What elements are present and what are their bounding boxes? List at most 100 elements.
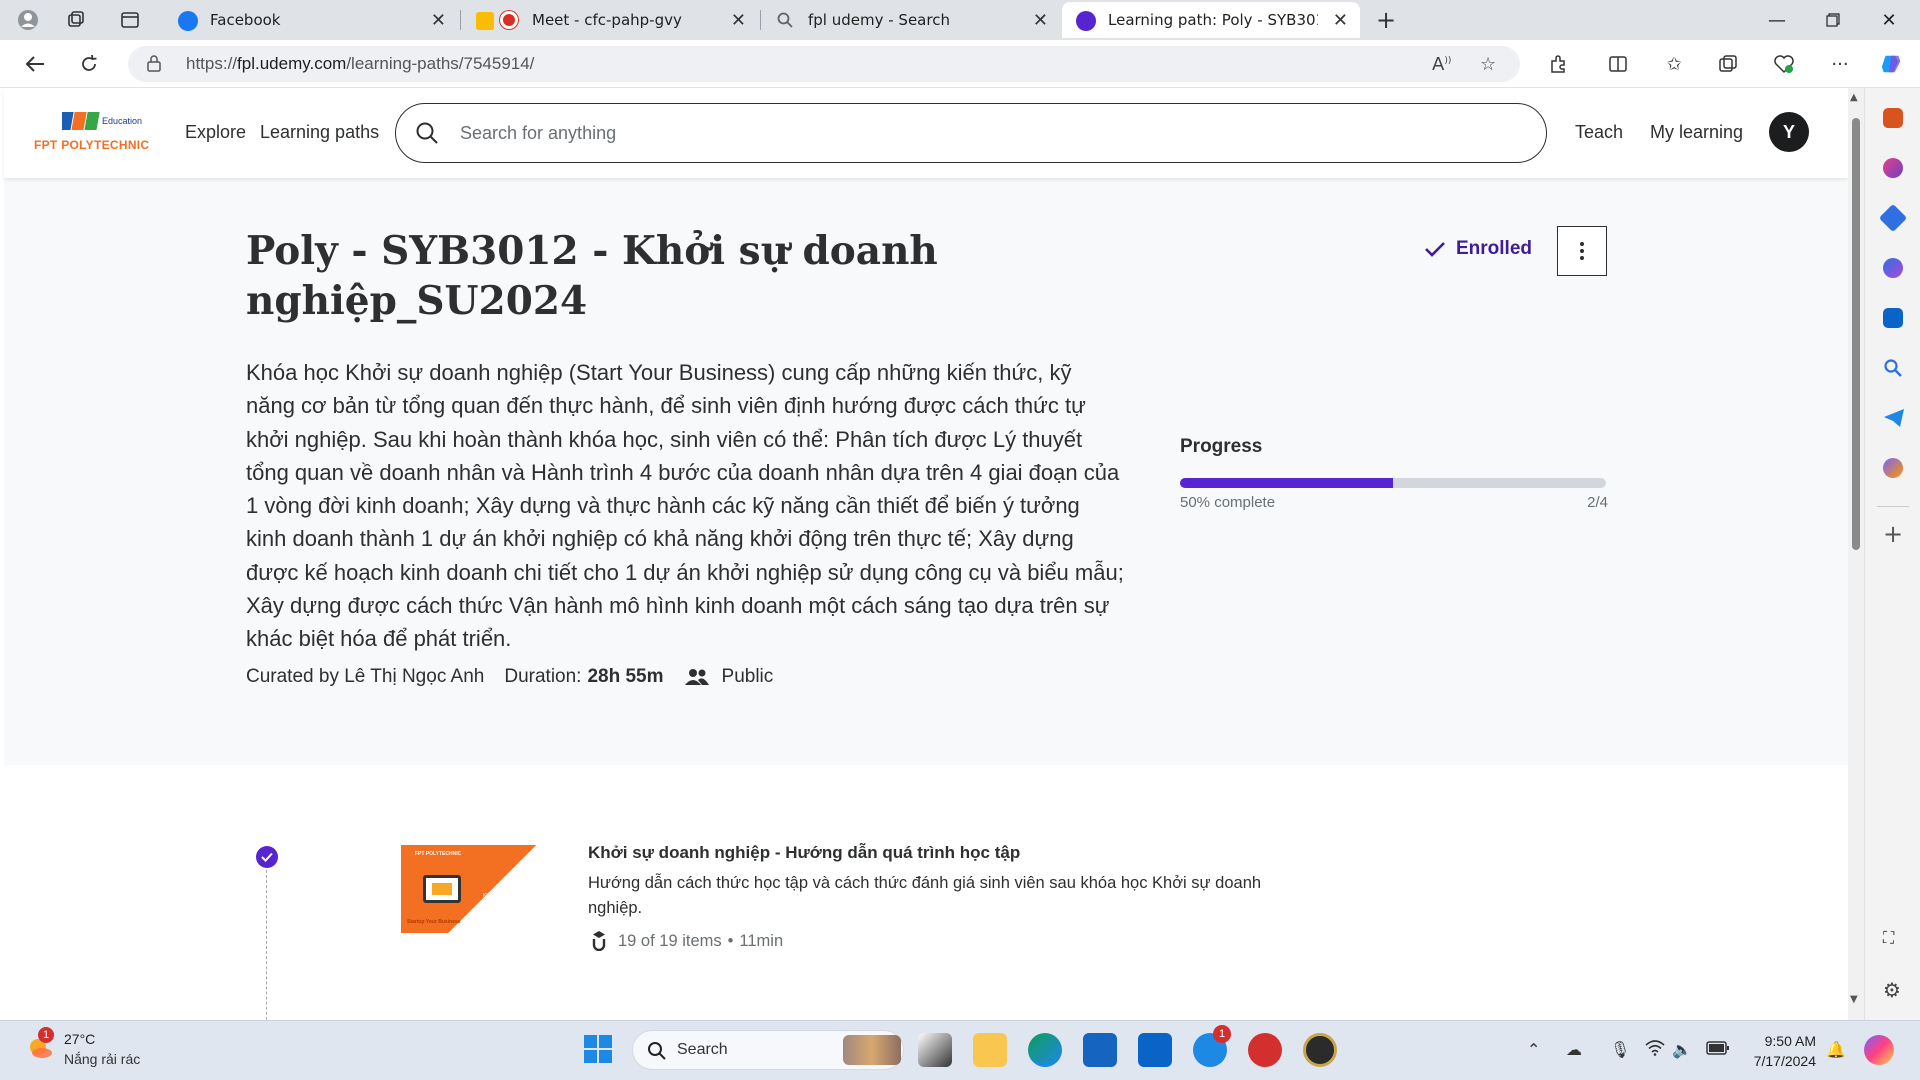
enrolled-label: Enrolled [1456,238,1533,259]
address-bar-row: https://fpl.udemy.com/learning-paths/754… [0,40,1920,88]
taskbar-search-label: Search [677,1041,728,1058]
teach-link[interactable]: Teach [1575,122,1623,143]
system-clock[interactable]: 9:50 AM 7/17/2024 [1740,1031,1816,1071]
close-window-button[interactable]: ✕ [1864,0,1914,40]
close-icon[interactable]: ✕ [1033,10,1048,31]
tab-title: Learning path: Poly - SYB3012 - K [1108,11,1318,29]
screenshot-icon[interactable]: ⛶ [1883,928,1894,948]
battery-icon[interactable] [1706,1040,1730,1059]
weather-temp: 27°C [64,1031,96,1047]
edge-sidebar: + ⛶ ⚙ [1864,88,1920,1020]
sidebar-settings-icon[interactable]: ⚙ [1883,978,1901,1002]
kebab-menu-icon [1580,242,1584,260]
tab-search[interactable]: fpl udemy - Search ✕ [762,2,1060,38]
enrolled-status: Enrolled [1424,238,1532,260]
collections-icon[interactable] [1716,52,1740,76]
file-explorer-icon[interactable] [973,1033,1007,1067]
office-icon[interactable] [1883,258,1903,278]
copilot-icon[interactable] [1880,52,1904,76]
progress-percent: 50% complete [1180,494,1276,511]
favorites-icon[interactable]: ✩ [1662,52,1686,76]
back-button[interactable] [20,50,50,78]
volume-icon[interactable]: 🔈 [1672,1040,1692,1059]
onedrive-icon[interactable]: ☁ [1566,1040,1582,1059]
browser-essentials-icon[interactable] [1772,52,1796,76]
course-description: Hướng dẫn cách thức học tập và cách thức… [588,874,1262,917]
udemy-icon [1076,11,1096,31]
course-list: FPT POLYTECHNIC Khởi sự doanh nghiệp Sta… [4,765,1848,1020]
taskbar-search[interactable]: Search [632,1030,904,1070]
search-highlight-icon [843,1035,901,1065]
lock-icon[interactable] [146,54,162,72]
scrollbar-thumb[interactable] [1852,118,1860,550]
search-icon[interactable] [414,120,440,146]
search-icon[interactable] [1883,358,1903,378]
weather-widget[interactable]: 1 27°C Nắng rải rác [24,1027,140,1067]
windows-taskbar: 1 27°C Nắng rải rác Search 1 ⌃ ☁ 🎙 🔈 9:5… [0,1020,1920,1080]
avatar[interactable]: Y [1769,112,1809,152]
zalo-icon[interactable]: 1 [1193,1025,1231,1067]
task-view-icon[interactable] [918,1033,952,1067]
tab-facebook[interactable]: Facebook ✕ [164,2,458,38]
close-icon[interactable]: ✕ [431,10,446,31]
path-meta: Curated by Lê Thị Ngọc Anh Duration: 28h … [246,666,793,688]
toolbox-icon[interactable] [1883,108,1903,128]
weather-badge: 1 [38,1027,54,1043]
course-title[interactable]: Khởi sự doanh nghiệp - Hướng dẫn quá trì… [588,843,1020,863]
address-bar[interactable]: https://fpl.udemy.com/learning-paths/754… [128,46,1520,82]
recording-icon [500,11,518,29]
close-icon[interactable]: ✕ [1333,10,1348,31]
minimize-button[interactable]: — [1752,0,1802,40]
shopping-tag-icon[interactable] [1878,203,1908,233]
windows-start-icon[interactable] [582,1033,616,1067]
tab-meet[interactable]: Meet - cfc-pahp-gvy ✕ [462,2,758,38]
tab-actions-icon[interactable] [116,6,144,34]
app-red-icon[interactable] [1248,1033,1282,1067]
learning-paths-link[interactable]: Learning paths [260,122,379,143]
progress-count: 2/4 [1587,494,1608,511]
notification-bell-icon[interactable]: 🔔 [1826,1040,1846,1059]
outlook-icon[interactable] [1883,308,1903,328]
weather-condition: Nắng rải rác [64,1051,141,1067]
show-hidden-icons[interactable]: ⌃ [1527,1040,1540,1059]
course-search[interactable] [395,103,1547,163]
copilot-taskbar-icon[interactable] [1864,1035,1894,1065]
more-options-button[interactable] [1557,226,1607,276]
zalo-badge: 1 [1213,1025,1231,1043]
explore-link[interactable]: Explore [185,122,246,143]
games-icon[interactable] [1883,458,1903,478]
close-icon[interactable]: ✕ [731,10,746,31]
telegram-icon[interactable] [1883,408,1904,428]
profile-icon[interactable] [14,6,42,34]
tab-learning-path[interactable]: Learning path: Poly - SYB3012 - K ✕ [1062,2,1360,38]
new-tab-button[interactable]: + [1372,6,1400,34]
workspaces-icon[interactable] [62,6,90,34]
microphone-icon[interactable]: 🎙 [1610,1040,1630,1059]
my-learning-link[interactable]: My learning [1650,122,1743,143]
outlook-icon[interactable] [1138,1033,1172,1067]
page-scrollbar[interactable]: ▲ ▼ [1848,88,1864,1020]
extensions-icon[interactable] [1546,52,1570,76]
course-thumbnail[interactable]: FPT POLYTECHNIC Khởi sự doanh nghiệp Sta… [401,845,559,933]
progress-fill [1180,478,1393,488]
duration-value: 28h 55m [587,666,664,687]
league-icon[interactable] [1303,1033,1337,1067]
settings-more-icon[interactable]: ··· [1828,52,1852,76]
timeline-line [266,870,267,1020]
microsoft-store-icon[interactable] [1083,1033,1117,1067]
fpt-polytechnic-logo[interactable]: Education FPT POLYTECHNIC [34,110,164,158]
read-aloud-icon[interactable]: A)) [1432,54,1451,75]
split-screen-icon[interactable] [1606,52,1630,76]
favorite-star-icon[interactable]: ☆ [1480,54,1496,75]
refresh-button[interactable] [74,50,104,78]
checkmark-icon [1425,242,1445,257]
wifi-icon[interactable] [1645,1040,1665,1060]
edge-icon[interactable] [1028,1033,1062,1067]
completed-check-icon [256,846,278,868]
copilot-sidebar-icon[interactable] [1883,158,1903,178]
restore-button[interactable] [1808,0,1858,40]
browser-tab-strip: Facebook ✕ Meet - cfc-pahp-gvy ✕ fpl ude… [0,0,1920,40]
add-sidebar-app-icon[interactable]: + [1883,520,1903,548]
url-text: https://fpl.udemy.com/learning-paths/754… [186,54,535,73]
search-input[interactable] [460,118,1460,148]
